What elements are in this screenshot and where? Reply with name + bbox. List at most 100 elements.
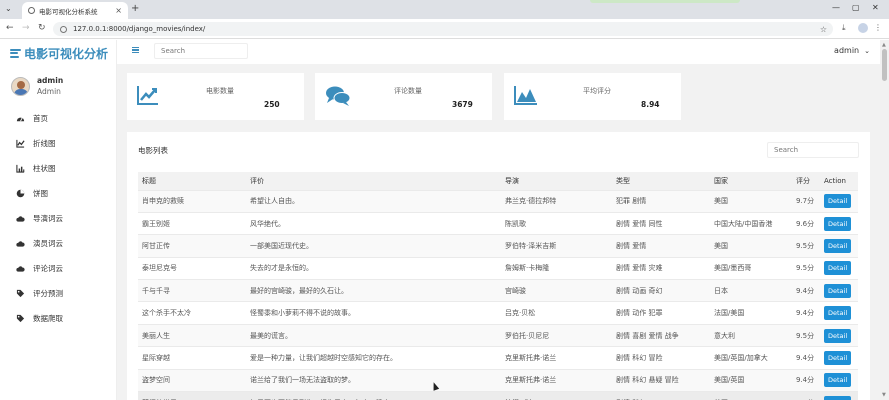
new-tab-icon[interactable]: + — [131, 3, 139, 14]
sidebar-item-8[interactable]: 数据爬取 — [0, 306, 117, 331]
detail-button[interactable]: Detail — [824, 395, 852, 400]
tab-indicator — [590, 0, 740, 3]
sidebar-item-2[interactable]: 柱状图 — [0, 156, 117, 181]
table-cell: 千与千寻 — [138, 279, 246, 303]
detail-button[interactable]: Detail — [824, 328, 852, 343]
table-cell: 9.7分 — [792, 190, 820, 213]
sidebar-item-3[interactable]: 饼图 — [0, 181, 117, 206]
detail-button[interactable]: Detail — [824, 306, 852, 321]
table-cell: 克里斯托弗·诺兰 — [501, 369, 612, 393]
table-cell: 犯罪 剧情 — [612, 190, 710, 213]
table-cell: 9.5分 — [792, 234, 820, 258]
dashboard-icon — [16, 114, 25, 123]
table-cell: 楚门的世界 — [138, 391, 246, 400]
sidebar-item-4[interactable]: 导演词云 — [0, 206, 117, 231]
table-row[interactable]: 星际穿越 爱是一种力量，让我们超越时空感知它的存在。 克里斯托弗·诺兰 剧情 科幻 冒… — [138, 346, 858, 370]
sidebar-item-5[interactable]: 演员词云 — [0, 231, 117, 256]
column-header[interactable]: 标题 — [138, 172, 246, 191]
brand-logo[interactable]: 电影可视化分析 — [10, 46, 109, 61]
sidebar-toggle-icon[interactable] — [132, 47, 139, 53]
table-cell: 宫崎骏 — [501, 279, 612, 303]
sidebar-item-0[interactable]: 首页 — [0, 106, 117, 131]
back-icon[interactable]: ← — [6, 23, 14, 33]
table-header-row: 标题 评价 导演 类型 国家 评分 Action — [138, 172, 858, 191]
table-row[interactable]: 泰坦尼克号 失去的才是永恒的。 詹姆斯·卡梅隆 剧情 爱情 灾难 美国/墨西哥 9.5分 D… — [138, 257, 858, 281]
column-header[interactable]: 评分 — [792, 172, 820, 191]
browser-tab[interactable]: 电影可视化分析系统 × — [22, 2, 128, 19]
table-cell: 剧情 动画 奇幻 — [612, 279, 710, 303]
url-field[interactable]: 127.0.0.1:8000/django_movies/index/ ☆ — [53, 22, 833, 36]
user-panel: admin Admin — [11, 74, 63, 98]
forward-icon[interactable]: → — [22, 23, 30, 33]
cloud-icon — [16, 239, 25, 248]
sidebar-item-1[interactable]: 折线图 — [0, 131, 117, 156]
table-row[interactable]: 这个杀手不太冷 怪蜀黍和小萝莉不得不说的故事。 吕克·贝松 剧情 动作 犯罪 法国/美国… — [138, 301, 858, 325]
sidebar-item-7[interactable]: 评分预测 — [0, 281, 117, 306]
column-header[interactable]: 类型 — [612, 172, 710, 191]
detail-button[interactable]: Detail — [824, 216, 852, 231]
header-user-menu[interactable]: admin ⌄ — [834, 46, 870, 55]
column-header[interactable]: Action — [820, 172, 858, 191]
area-chart-icon — [137, 86, 158, 105]
detail-button[interactable]: Detail — [824, 373, 852, 388]
detail-button[interactable]: Detail — [824, 194, 852, 209]
scrollbar-thumb[interactable] — [882, 49, 887, 81]
action-cell: Detail — [820, 234, 858, 258]
detail-button[interactable]: Detail — [824, 283, 852, 298]
table-search-input[interactable] — [767, 142, 859, 158]
detail-button[interactable]: Detail — [824, 261, 852, 276]
maximize-icon[interactable]: ▢ — [852, 3, 860, 12]
site-info-icon[interactable] — [60, 25, 67, 33]
column-header[interactable]: 国家 — [710, 172, 792, 191]
detail-button[interactable]: Detail — [824, 350, 852, 365]
table-cell: 如果再也不能见到你，祝你早安，午安，晚安。 — [246, 391, 501, 400]
scroll-down-icon[interactable]: ▼ — [882, 392, 886, 398]
table-cell: 失去的才是永恒的。 — [246, 257, 501, 281]
sidebar-item-label: 评论词云 — [33, 264, 63, 273]
table-cell: 剧情 爱情 同性 — [612, 212, 710, 236]
sidebar-item-label: 演员词云 — [33, 239, 63, 248]
header-search-input[interactable] — [154, 43, 248, 59]
browser-tab-bar: ⌄ 电影可视化分析系统 × + — ▢ ✕ — [0, 0, 889, 19]
mountain-chart-icon — [514, 86, 537, 105]
table-row[interactable]: 千与千寻 最好的宫崎骏，最好的久石让。 宫崎骏 剧情 动画 奇幻 日本 9.4分 Detai… — [138, 279, 858, 303]
download-icon[interactable]: ⤓ — [842, 23, 846, 33]
brand-name: 电影可视化分析 — [24, 46, 109, 61]
table-row[interactable]: 美丽人生 最美的谎言。 罗伯托·贝尼尼 剧情 喜剧 爱情 战争 意大利 9.5分 Detai… — [138, 324, 858, 348]
table-row[interactable]: 盗梦空间 诺兰给了我们一场无法盗取的梦。 克里斯托弗·诺兰 剧情 科幻 悬疑 冒险 美国… — [138, 369, 858, 393]
table-row[interactable]: 阿甘正传 一部美国近现代史。 罗伯特·泽米吉斯 剧情 爱情 美国 9.5分 Detail — [138, 234, 858, 258]
table-row[interactable]: 霸王别姬 风华绝代。 陈凯歌 剧情 爱情 同性 中国大陆/中国香港 9.6分 Detail — [138, 212, 858, 236]
tab-search-chevron-icon[interactable]: ⌄ — [5, 4, 12, 13]
table-cell: 彼得·威尔 — [501, 391, 612, 400]
bookmark-star-icon[interactable]: ☆ — [820, 25, 827, 34]
table-cell: 剧情 爱情 灾难 — [612, 257, 710, 281]
detail-button[interactable]: Detail — [824, 238, 852, 253]
tab-close-icon[interactable]: × — [115, 6, 122, 15]
profile-avatar-icon[interactable] — [858, 23, 868, 33]
close-window-icon[interactable]: ✕ — [872, 3, 879, 12]
user-role: Admin — [37, 87, 61, 96]
action-cell: Detail — [820, 346, 858, 370]
sidebar-item-6[interactable]: 评论词云 — [0, 256, 117, 281]
page-scrollbar[interactable]: ▲ ▼ — [880, 40, 889, 400]
table-cell: 诺兰给了我们一场无法盗取的梦。 — [246, 369, 501, 393]
reload-icon[interactable]: ↻ — [38, 23, 46, 33]
action-cell: Detail — [820, 257, 858, 281]
column-header[interactable]: 导演 — [501, 172, 612, 191]
column-header[interactable]: 评价 — [246, 172, 501, 191]
table-cell: 最好的宫崎骏，最好的久石让。 — [246, 279, 501, 303]
browser-menu-icon[interactable]: ⋮ — [874, 23, 882, 32]
action-cell: Detail — [820, 190, 858, 213]
stat-value: 8.94 — [641, 100, 660, 109]
table-cell: 风华绝代。 — [246, 212, 501, 236]
scroll-up-icon[interactable]: ▲ — [882, 42, 886, 48]
table-cell: 剧情 科幻 冒险 — [612, 346, 710, 370]
table-cell: 这个杀手不太冷 — [138, 301, 246, 325]
header-user-name: admin — [834, 46, 860, 55]
table-cell: 9.5分 — [792, 257, 820, 281]
sidebar-item-label: 数据爬取 — [33, 314, 63, 323]
minimize-icon[interactable]: — — [832, 3, 840, 12]
table-row[interactable]: 肖申克的救赎 希望让人自由。 弗兰克·德拉邦特 犯罪 剧情 美国 9.7分 Detail — [138, 190, 858, 213]
stat-label: 评论数量 — [394, 87, 422, 95]
table-row[interactable]: 楚门的世界如果再也不能见到你，祝你早安，午安，晚安。彼得·威尔剧情 科幻美国9.… — [138, 391, 858, 400]
